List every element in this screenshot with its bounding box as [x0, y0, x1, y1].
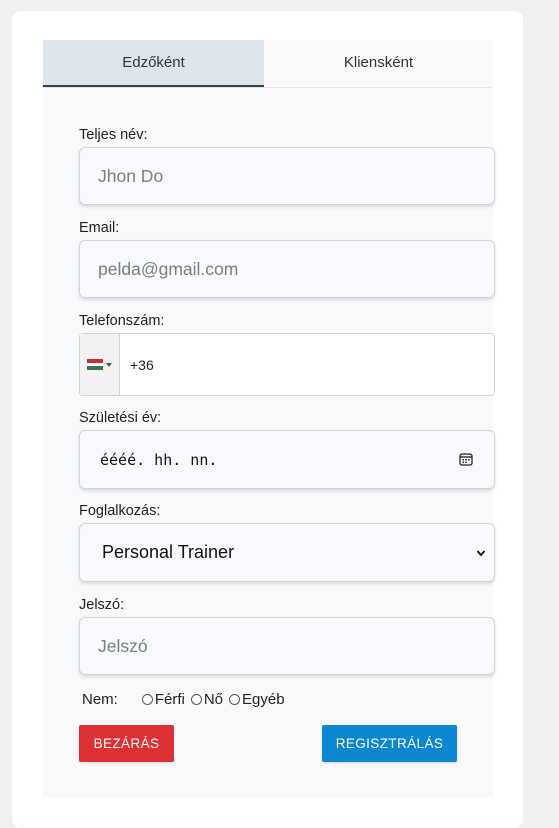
- radio-male[interactable]: [141, 693, 153, 705]
- radio-female[interactable]: [190, 693, 202, 705]
- role-tabs: Edzőként Kliensként: [43, 40, 493, 88]
- occupation-value: Personal Trainer: [102, 542, 235, 562]
- occupation-select[interactable]: Personal Trainer: [79, 523, 495, 582]
- birth-placeholder: éééé. hh. nn.: [100, 450, 218, 469]
- password-placeholder: Jelszó: [98, 635, 148, 656]
- gender-option-other[interactable]: Egyéb: [229, 691, 285, 708]
- gender-option-label: Nő: [203, 690, 224, 708]
- caret-down-icon: [106, 362, 112, 367]
- gender-option-male[interactable]: Férfi: [141, 690, 185, 708]
- calendar-icon[interactable]: [459, 452, 473, 466]
- occupation-label: Foglalkozás:: [79, 503, 161, 519]
- radio-other[interactable]: [229, 693, 241, 705]
- tab-trainer[interactable]: Edzőként: [43, 40, 264, 87]
- gender-group: Nem: Férfi Nő Egyéb: [82, 689, 291, 709]
- email-placeholder: pelda@gmail.com: [98, 258, 239, 279]
- phone-value: +36: [130, 356, 154, 373]
- name-label: Teljes név:: [79, 127, 148, 143]
- country-selector[interactable]: [80, 334, 120, 395]
- gender-option-female[interactable]: Nő: [190, 690, 224, 708]
- close-button[interactable]: BEZÁRÁS: [79, 725, 174, 762]
- email-input[interactable]: pelda@gmail.com: [79, 240, 495, 298]
- birth-label: Születési év:: [79, 410, 162, 426]
- gender-option-label: Egyéb: [242, 690, 285, 708]
- tab-client[interactable]: Kliensként: [264, 40, 493, 85]
- password-input[interactable]: Jelszó: [79, 617, 495, 675]
- email-label: Email:: [79, 220, 120, 236]
- phone-label: Telefonszám:: [79, 313, 165, 329]
- name-placeholder: Jhon Do: [98, 165, 164, 186]
- register-button[interactable]: REGISZTRÁLÁS: [322, 725, 457, 762]
- gender-label: Nem:: [82, 690, 118, 708]
- phone-input[interactable]: +36: [79, 333, 495, 396]
- gender-option-label: Férfi: [154, 690, 185, 708]
- name-input[interactable]: Jhon Do: [79, 147, 495, 205]
- password-label: Jelszó:: [79, 597, 125, 613]
- hungary-flag-icon: [87, 359, 103, 371]
- chevron-down-icon: [476, 550, 486, 557]
- birth-date-input[interactable]: éééé. hh. nn.: [79, 430, 495, 489]
